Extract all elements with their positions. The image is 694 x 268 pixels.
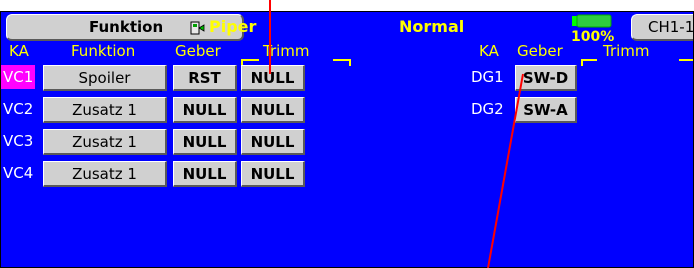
- annotation-pointer-lines: [269, 0, 524, 268]
- pointer-line-geber: [487, 73, 524, 268]
- screenshot: Funktion Piper Normal 100% CH1-12 KA Fun…: [0, 0, 694, 268]
